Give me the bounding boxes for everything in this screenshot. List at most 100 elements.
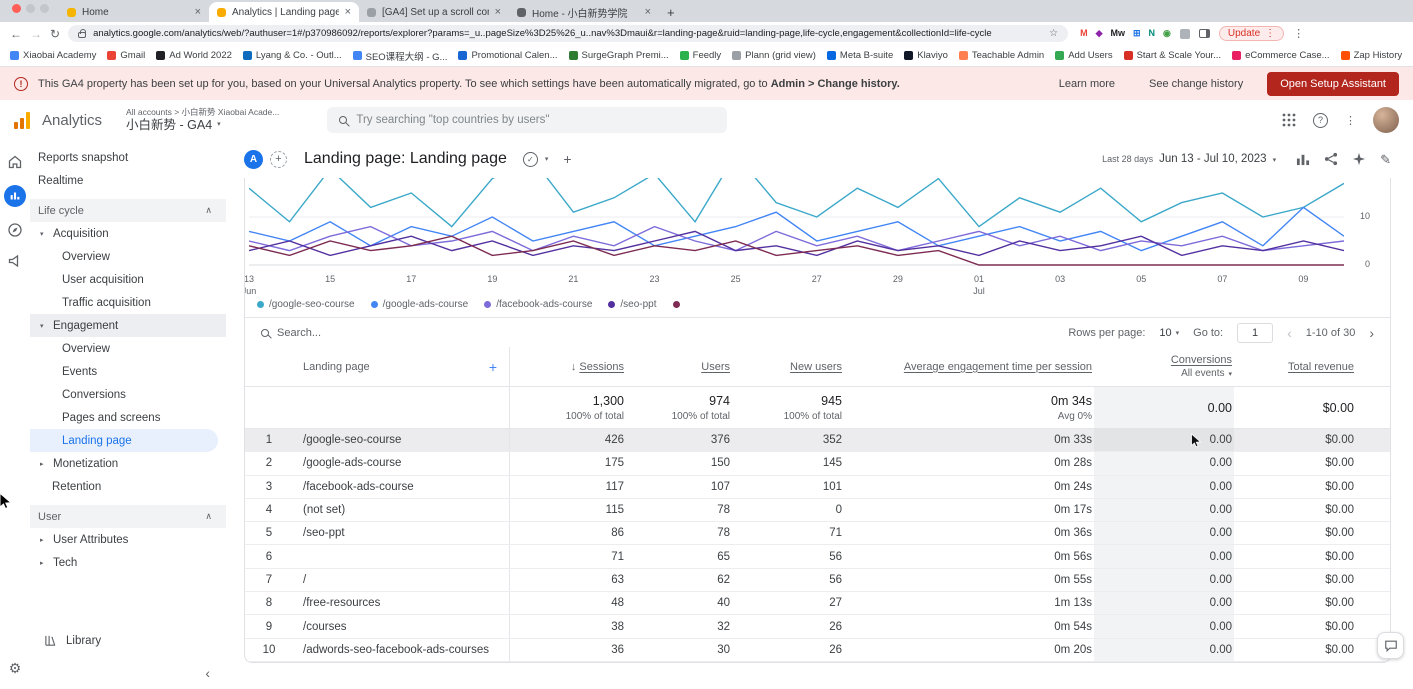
bookmark-klaviyo[interactable]: Klaviyo — [904, 50, 948, 61]
sidebar-item-acquisition[interactable]: ▾Acquisition — [30, 222, 226, 245]
column-header-conversions[interactable]: Conversions All events▾ — [1094, 354, 1234, 379]
extension-icon[interactable]: ◉ — [1163, 29, 1171, 38]
sidebar-item-library[interactable]: Library — [44, 634, 101, 647]
rows-per-page-select[interactable]: 10 ▾ — [1159, 327, 1179, 339]
date-range-picker[interactable]: Last 28 days Jun 13 - Jul 10, 2023 ▾ — [1102, 153, 1276, 165]
goto-page-input[interactable] — [1237, 323, 1273, 343]
tab-close-icon[interactable]: × — [195, 6, 201, 18]
extensions-puzzle-icon[interactable] — [1180, 29, 1190, 39]
window-close-button[interactable] — [12, 4, 21, 13]
open-setup-assistant-button[interactable]: Open Setup Assistant — [1267, 72, 1399, 96]
bookmark-feedly[interactable]: Feedly — [680, 50, 722, 61]
sidebar-item-events[interactable]: Events — [30, 360, 226, 383]
sidebar-item-reports-snapshot[interactable]: Reports snapshot — [30, 146, 226, 169]
browser-tab[interactable]: Analytics | Landing page: Land× — [209, 2, 359, 22]
legend-item[interactable]: /seo-ppt — [608, 299, 656, 310]
more-options-icon[interactable]: ⋮ — [1345, 114, 1356, 127]
add-comparison-button[interactable]: + — [270, 151, 287, 168]
chevron-down-icon[interactable]: ▾ — [40, 230, 48, 238]
extension-icon[interactable]: ◆ — [1096, 29, 1103, 38]
search-bar[interactable]: Try searching "top countries by users" — [327, 107, 727, 133]
table-row[interactable]: 8/free-resources4840271m 13s0.00$0.00 — [245, 592, 1390, 615]
bookmark-surgegraph-premi[interactable]: SurgeGraph Premi... — [569, 50, 669, 61]
browser-tab[interactable]: Home× — [59, 2, 209, 22]
column-header-total-revenue[interactable]: Total revenue — [1234, 361, 1356, 373]
table-row[interactable]: 9/courses3832260m 54s0.00$0.00 — [245, 615, 1390, 638]
next-page-icon[interactable]: › — [1369, 325, 1374, 341]
avatar[interactable] — [1373, 107, 1399, 133]
insights-icon[interactable] — [1352, 152, 1366, 166]
learn-more-link[interactable]: Learn more — [1059, 78, 1115, 90]
sidebar-item-overview[interactable]: Overview — [30, 337, 226, 360]
extension-icon[interactable]: M — [1080, 29, 1088, 38]
bookmark-gmail[interactable]: Gmail — [107, 50, 145, 61]
feedback-button[interactable] — [1377, 632, 1404, 659]
table-row[interactable]: 3/facebook-ads-course1171071010m 24s0.00… — [245, 476, 1390, 499]
bookmark-teachable-admin[interactable]: Teachable Admin — [959, 50, 1044, 61]
bookmark-star-icon[interactable]: ☆ — [1049, 28, 1058, 39]
browser-tab[interactable]: [GA4] Set up a scroll conversi× — [359, 2, 509, 22]
browser-menu-icon[interactable]: ⋮ — [1293, 27, 1304, 40]
table-search-input[interactable]: Search... — [277, 327, 321, 339]
side-panel-icon[interactable] — [1199, 29, 1210, 38]
sidebar-item-overview[interactable]: Overview — [30, 245, 226, 268]
sidebar-item-tech[interactable]: ▸Tech — [30, 551, 226, 574]
tab-close-icon[interactable]: × — [345, 6, 351, 18]
analytics-logo-icon[interactable] — [14, 112, 30, 129]
sidebar-item-traffic-acquisition[interactable]: Traffic acquisition — [30, 291, 226, 314]
table-row[interactable]: 1/google-seo-course4263763520m 33s0.00$0… — [245, 429, 1390, 452]
bookmark-seo课程大纲-g[interactable]: SEO课程大纲 - G... — [353, 49, 448, 63]
url-text[interactable]: analytics.google.com/analytics/web/?auth… — [93, 28, 1042, 39]
browser-tab[interactable]: Home - 小白新势学院× — [509, 2, 659, 22]
column-header-sessions[interactable]: ↓Sessions — [510, 361, 626, 373]
chevron-down-icon[interactable]: ▾ — [545, 155, 549, 163]
bookmark-start-scale-your[interactable]: Start & Scale Your... — [1124, 50, 1222, 61]
sidebar-item-pages-and-screens[interactable]: Pages and screens — [30, 406, 226, 429]
table-row[interactable]: 7/6362560m 55s0.00$0.00 — [245, 569, 1390, 592]
bookmark-promotional-calen[interactable]: Promotional Calen... — [458, 50, 557, 61]
apps-grid-icon[interactable] — [1282, 113, 1296, 127]
window-minimize-button[interactable] — [26, 4, 35, 13]
table-row[interactable]: 2/google-ads-course1751501450m 28s0.00$0… — [245, 452, 1390, 475]
bookmark-lyang-co-outl[interactable]: Lyang & Co. - Outl... — [243, 50, 342, 61]
collapse-section-icon[interactable]: ∧ — [205, 205, 212, 216]
home-icon[interactable] — [7, 154, 23, 170]
bookmark-ecommerce-case[interactable]: eCommerce Case... — [1232, 50, 1329, 61]
column-header-landing-page[interactable]: Landing page — [303, 361, 370, 373]
customize-chart-icon[interactable] — [1296, 152, 1310, 166]
column-header-new-users[interactable]: New users — [732, 361, 844, 373]
see-change-history-link[interactable]: See change history — [1149, 78, 1243, 90]
table-row[interactable]: 4(not set)1157800m 17s0.00$0.00 — [245, 499, 1390, 522]
legend-item[interactable] — [673, 301, 680, 308]
sidebar-item-engagement[interactable]: ▾Engagement — [30, 314, 226, 337]
legend-item[interactable]: /google-seo-course — [257, 299, 355, 310]
sidebar-item-landing-page[interactable]: Landing page — [30, 429, 218, 452]
sidebar-item-monetization[interactable]: ▸Monetization — [30, 452, 226, 475]
legend-item[interactable]: /facebook-ads-course — [484, 299, 592, 310]
new-tab-button[interactable]: + — [667, 6, 675, 19]
sidebar-item-conversions[interactable]: Conversions — [30, 383, 226, 406]
extension-icon[interactable]: ⊞ — [1133, 29, 1141, 38]
bookmark-add-users[interactable]: Add Users — [1055, 50, 1112, 61]
edit-report-icon[interactable]: ✎ — [1380, 153, 1391, 166]
advertising-icon[interactable] — [7, 253, 23, 269]
saved-check-icon[interactable]: ✓ — [523, 152, 538, 167]
column-header-engagement-time[interactable]: Average engagement time per session — [844, 361, 1094, 373]
sidebar-section-user[interactable]: User∧ — [30, 505, 226, 528]
window-zoom-button[interactable] — [40, 4, 49, 13]
table-row[interactable]: 5/seo-ppt8678710m 36s0.00$0.00 — [245, 522, 1390, 545]
tab-close-icon[interactable]: × — [495, 6, 501, 18]
bookmark-meta-b-suite[interactable]: Meta B-suite — [827, 50, 893, 61]
chevron-down-icon[interactable]: ▾ — [40, 322, 48, 330]
help-icon[interactable]: ? — [1313, 113, 1328, 128]
bookmark-ad-world-2022[interactable]: Ad World 2022 — [156, 50, 232, 61]
add-dimension-button[interactable]: + — [489, 359, 497, 375]
sidebar-item-retention[interactable]: Retention — [30, 475, 226, 498]
explore-icon[interactable] — [7, 222, 23, 238]
add-report-tab-button[interactable]: + — [563, 151, 571, 167]
collapse-section-icon[interactable]: ∧ — [205, 511, 212, 522]
chevron-right-icon[interactable]: ▸ — [40, 536, 48, 544]
account-switcher[interactable]: All accounts > 小白新势 Xiaobai Acade... 小白新… — [126, 107, 279, 133]
chevron-right-icon[interactable]: ▸ — [40, 460, 48, 468]
address-bar[interactable]: analytics.google.com/analytics/web/?auth… — [68, 25, 1068, 42]
